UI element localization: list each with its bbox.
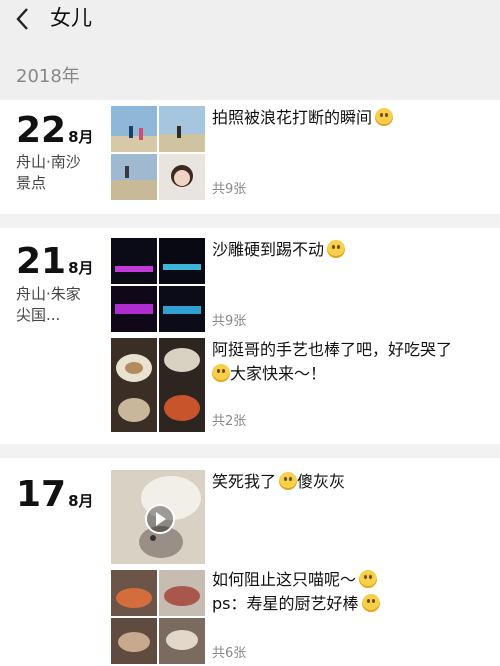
month-label: 8月 — [68, 128, 94, 146]
emoji-icon — [327, 240, 346, 258]
play-icon[interactable] — [145, 504, 175, 534]
photo-count: 共9张 — [212, 314, 247, 329]
caption-text: 如何阻止这只喵呢～ — [212, 570, 357, 589]
party-food-photos — [111, 570, 205, 664]
photo-count: 共6张 — [212, 646, 247, 661]
post-caption[interactable]: 笑死我了 傻灰灰 — [212, 470, 494, 494]
caption-text-tail: 傻灰灰 — [297, 472, 346, 491]
photo-grid[interactable] — [111, 570, 205, 664]
caption-text: 笑死我了 — [212, 472, 277, 491]
caption-text: 沙雕硬到踢不动 — [212, 240, 325, 259]
location-label[interactable]: 舟山·朱家尖国... — [16, 284, 92, 326]
food-photos — [111, 338, 205, 432]
photo-count: 共2张 — [212, 414, 247, 429]
photo-grid[interactable] — [111, 106, 205, 200]
beach-photos — [111, 106, 205, 200]
video-thumbnail[interactable] — [111, 470, 205, 564]
post-caption[interactable]: 拍照被浪花打断的瞬间 — [212, 106, 494, 130]
emoji-icon — [359, 570, 378, 588]
caption-text-2: 大家快来～！ — [230, 364, 327, 383]
back-arrow-icon[interactable] — [12, 6, 36, 32]
caption-text: 阿挺哥的手艺也棒了吧，好吃哭了 — [212, 340, 453, 359]
top-bar: 女儿 2018年 — [0, 0, 500, 100]
location-label[interactable]: 舟山·南沙景点 — [16, 152, 92, 194]
post-caption[interactable]: 阿挺哥的手艺也棒了吧，好吃哭了大家快来～！ — [212, 338, 494, 386]
timeline-feed: 22 8月 舟山·南沙景点 拍照被浪花打断的瞬间 共9张 21 8月 舟山·朱家尖国… — [0, 100, 500, 666]
emoji-icon — [279, 472, 298, 490]
emoji-icon — [375, 108, 394, 126]
photo-grid[interactable] — [111, 338, 205, 432]
day-number: 17 — [16, 474, 67, 515]
date-17: 17 8月 — [16, 476, 94, 514]
photo-grid[interactable] — [111, 238, 205, 332]
date-21: 21 8月 — [16, 243, 94, 281]
divider — [0, 214, 500, 228]
photo-count: 共9张 — [212, 182, 247, 197]
post-caption[interactable]: 如何阻止这只喵呢～ ps：寿星的厨艺好棒 — [212, 568, 494, 616]
day-number: 22 — [16, 110, 67, 151]
day-number: 21 — [16, 241, 67, 282]
divider — [0, 444, 500, 458]
month-label: 8月 — [68, 492, 94, 510]
date-22: 22 8月 — [16, 112, 94, 150]
post-caption[interactable]: 沙雕硬到踢不动 — [212, 238, 494, 262]
emoji-icon — [212, 364, 230, 382]
page-title: 女儿 — [50, 6, 92, 30]
night-photos — [111, 238, 205, 332]
emoji-icon — [361, 594, 380, 612]
caption-text: 拍照被浪花打断的瞬间 — [212, 108, 373, 127]
month-label: 8月 — [68, 259, 94, 277]
year-label: 2018年 — [16, 66, 80, 87]
caption-text-2: ps：寿星的厨艺好棒 — [212, 594, 359, 613]
